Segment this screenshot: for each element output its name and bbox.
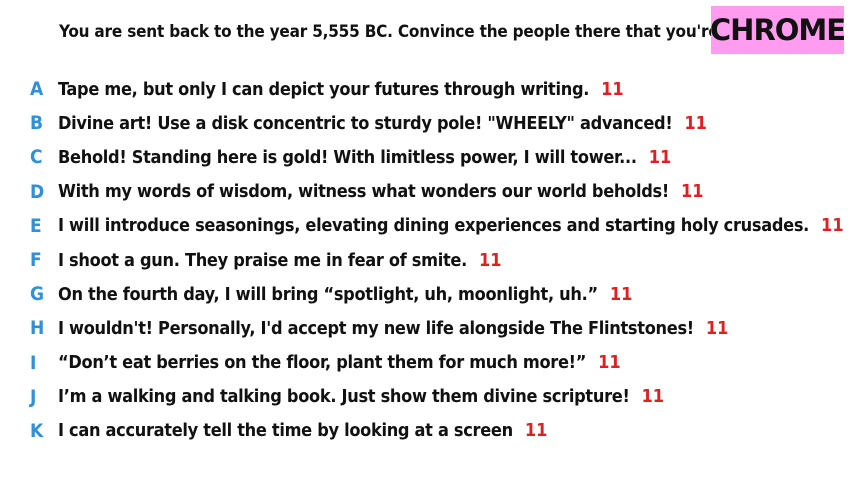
answer-item-j: J I’m a walking and talking book. Just s… (30, 380, 844, 414)
answer-letter: D (30, 180, 45, 203)
answer-text: I’m a walking and talking book. Just sho… (58, 386, 630, 408)
answer-score: 11 (478, 249, 502, 271)
answer-text: I wouldn't! Personally, I'd accept my ne… (58, 317, 694, 339)
answer-text: “Don’t eat berries on the floor, plant t… (58, 352, 587, 374)
answer-letter: B (30, 112, 44, 135)
answer-score: 11 (648, 146, 672, 168)
chrome-badge: CHROME (710, 6, 846, 54)
answer-item-f: F I shoot a gun. They praise me in fear … (30, 243, 844, 277)
answer-letter: F (30, 249, 42, 272)
question-prompt: You are sent back to the year 5,555 BC. … (59, 22, 777, 42)
answer-letter: I (30, 351, 37, 374)
answer-item-g: G On the fourth day, I will bring “spotl… (30, 277, 844, 311)
answer-item-c: C Behold! Standing here is gold! With li… (30, 140, 844, 174)
answer-text: I can accurately tell the time by lookin… (58, 420, 513, 442)
answer-score: 11 (680, 181, 704, 203)
answer-score: 11 (609, 283, 633, 305)
answer-letter: A (30, 78, 44, 101)
answer-item-e: E I will introduce seasonings, elevating… (30, 209, 844, 243)
answer-list: A Tape me, but only I can depict your fu… (30, 72, 844, 448)
answer-text: Divine art! Use a disk concentric to stu… (58, 112, 673, 134)
answer-item-h: H I wouldn't! Personally, I'd accept my … (30, 311, 844, 345)
answer-score: 11 (821, 215, 844, 237)
answer-score: 11 (684, 112, 707, 134)
answer-text: With my words of wisdom, witness what wo… (58, 181, 669, 203)
answer-score: 11 (524, 420, 548, 442)
answer-letter: G (30, 283, 45, 306)
answer-item-b: B Divine art! Use a disk concentric to s… (30, 106, 844, 140)
answer-text: I shoot a gun. They praise me in fear of… (58, 249, 467, 271)
answer-score: 11 (705, 317, 729, 339)
answer-item-a: A Tape me, but only I can depict your fu… (30, 72, 844, 106)
answer-score: 11 (598, 352, 621, 374)
answer-letter: E (30, 214, 42, 237)
answer-item-i: I “Don’t eat berries on the floor, plant… (30, 346, 844, 380)
answer-score: 11 (641, 386, 665, 408)
answer-text: On the fourth day, I will bring “spotlig… (58, 283, 598, 305)
answer-text: Behold! Standing here is gold! With limi… (58, 146, 637, 168)
answer-letter: J (30, 385, 37, 408)
answer-letter: H (30, 317, 45, 340)
answer-letter: K (30, 419, 44, 442)
answer-text: Tape me, but only I can depict your futu… (58, 78, 590, 100)
answer-item-d: D With my words of wisdom, witness what … (30, 175, 844, 209)
answer-item-k: K I can accurately tell the time by look… (30, 414, 844, 448)
answer-letter: C (30, 146, 43, 169)
answer-text: I will introduce seasonings, elevating d… (58, 215, 810, 237)
answer-score: 11 (601, 78, 624, 100)
